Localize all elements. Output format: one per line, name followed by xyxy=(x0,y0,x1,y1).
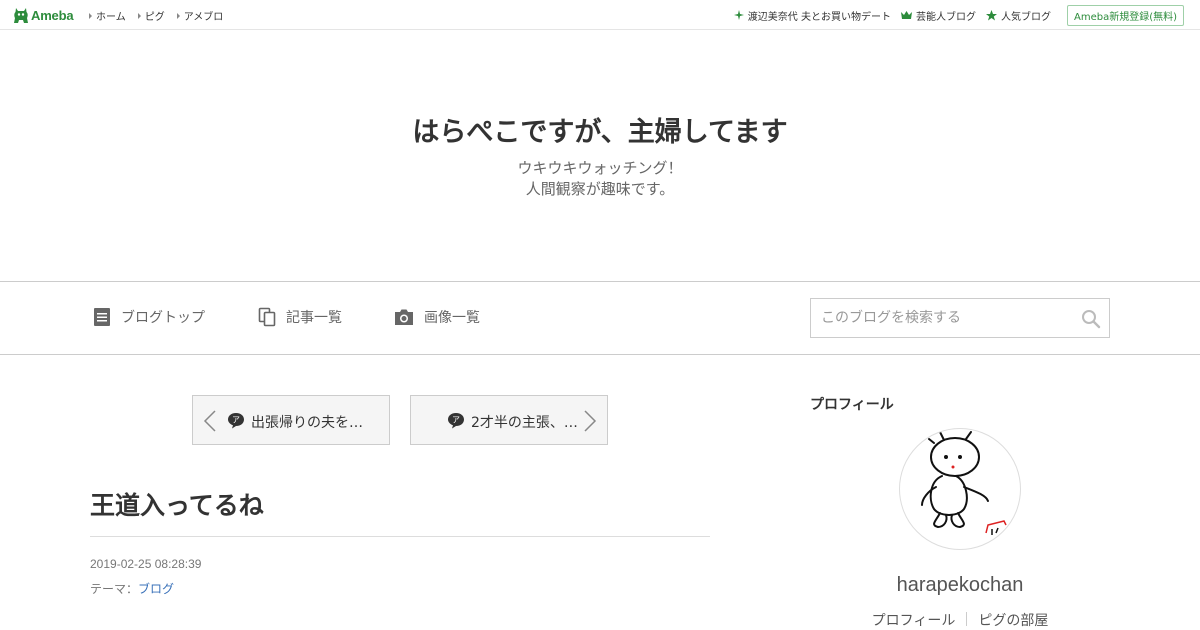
blog-title[interactable]: はらぺこですが、主婦してます xyxy=(0,110,1200,149)
popular-blog-link[interactable]: 人気ブログ xyxy=(985,8,1051,23)
popular-blog-label: 人気ブログ xyxy=(1000,11,1051,23)
triangle-right-icon xyxy=(176,12,180,19)
search-icon[interactable] xyxy=(1081,309,1101,329)
top-right-links: 渡辺美奈代 夫とお買い物デート 芸能人ブログ 人気ブログ Ameba新規登録(無… xyxy=(733,0,1200,30)
top-nav-home[interactable]: ホーム xyxy=(89,8,126,23)
entry-theme-link[interactable]: ブログ xyxy=(138,582,174,596)
nav-entry-list-label: 記事一覧 xyxy=(286,310,342,326)
blog-nav: ブログトップ 記事一覧 画像一覧 xyxy=(0,282,1200,355)
prev-entry-label: 出張帰りの夫を… xyxy=(251,415,363,431)
nav-image-list-label: 画像一覧 xyxy=(424,310,480,326)
celebrity-blog-link[interactable]: 芸能人ブログ xyxy=(900,8,976,23)
ameba-logo[interactable]: Ameba xyxy=(13,6,74,24)
speech-bubble-icon: ア xyxy=(448,413,464,429)
divider xyxy=(966,612,968,626)
top-nav-label: ピグ xyxy=(144,12,165,23)
entry-theme-prefix: テーマ： xyxy=(90,582,139,596)
blog-search xyxy=(810,298,1110,338)
camera-icon xyxy=(395,309,413,325)
blog-description-line: ウキウキウォッチング！ xyxy=(517,159,683,177)
blog-description-line: 人間観察が趣味です。 xyxy=(525,180,675,198)
ameba-logo-icon xyxy=(14,8,28,23)
register-button[interactable]: Ameba新規登録(無料) xyxy=(1066,4,1184,26)
top-nav-pigg[interactable]: ピグ xyxy=(137,8,165,23)
top-nav-label: ホーム xyxy=(96,12,126,23)
next-entry-label: 2才半の主張、… xyxy=(471,415,578,431)
chevron-left-icon xyxy=(203,410,216,432)
sparkle-icon xyxy=(733,10,744,20)
document-icon xyxy=(94,308,110,326)
top-bar: Ameba ホーム ピグ アメブロ 渡辺美奈代 夫とお買い物デート 芸能人ブログ… xyxy=(0,0,1200,30)
next-entry-button[interactable]: ア 2才半の主張、… xyxy=(410,395,608,445)
profile-links: プロフィール ピグの部屋 xyxy=(810,610,1110,630)
crown-icon xyxy=(900,10,912,19)
blog-description: ウキウキウォッチング！ 人間観察が趣味です。 xyxy=(0,158,1200,200)
triangle-right-icon xyxy=(137,12,141,19)
nav-blog-top[interactable]: ブログトップ xyxy=(93,307,205,327)
svg-text:ア: ア xyxy=(232,416,240,425)
blog-header: はらぺこですが、主婦してます ウキウキウォッチング！ 人間観察が趣味です。 xyxy=(0,30,1200,282)
top-nav-label: アメブロ xyxy=(183,12,224,23)
entry-theme: テーマ：ブログ xyxy=(90,580,174,597)
entry-title[interactable]: 王道入ってるね xyxy=(90,486,264,522)
nav-image-list[interactable]: 画像一覧 xyxy=(394,307,480,327)
svg-text:ア: ア xyxy=(452,416,460,425)
chevron-right-icon xyxy=(584,410,597,432)
nav-blog-top-label: ブログトップ xyxy=(121,310,205,326)
prev-entry-button[interactable]: ア 出張帰りの夫を… xyxy=(192,395,390,445)
trending-link-label: 渡辺美奈代 夫とお買い物デート xyxy=(747,11,891,23)
entry-divider xyxy=(90,536,710,537)
entry-date: 2019-02-25 08:28:39 xyxy=(90,557,202,571)
profile-name[interactable]: harapekochan xyxy=(810,574,1110,597)
sidebar-profile-heading: プロフィール xyxy=(810,397,894,413)
speech-bubble-icon: ア xyxy=(228,413,244,429)
top-nav: ホーム ピグ アメブロ xyxy=(89,8,235,23)
avatar[interactable] xyxy=(899,428,1021,550)
triangle-right-icon xyxy=(89,12,92,19)
nav-entry-list[interactable]: 記事一覧 xyxy=(258,307,342,327)
star-icon xyxy=(985,9,997,20)
trending-link[interactable]: 渡辺美奈代 夫とお買い物デート xyxy=(733,8,891,23)
profile-link[interactable]: プロフィール xyxy=(872,610,956,630)
copy-icon xyxy=(258,307,276,327)
pigg-room-link[interactable]: ピグの部屋 xyxy=(978,610,1048,630)
blog-search-input[interactable] xyxy=(811,300,1071,336)
avatar-drawing xyxy=(921,431,1007,535)
celebrity-blog-label: 芸能人ブログ xyxy=(915,11,976,23)
top-nav-ameblo[interactable]: アメブロ xyxy=(176,8,224,23)
logo-text: Ameba xyxy=(31,7,74,23)
